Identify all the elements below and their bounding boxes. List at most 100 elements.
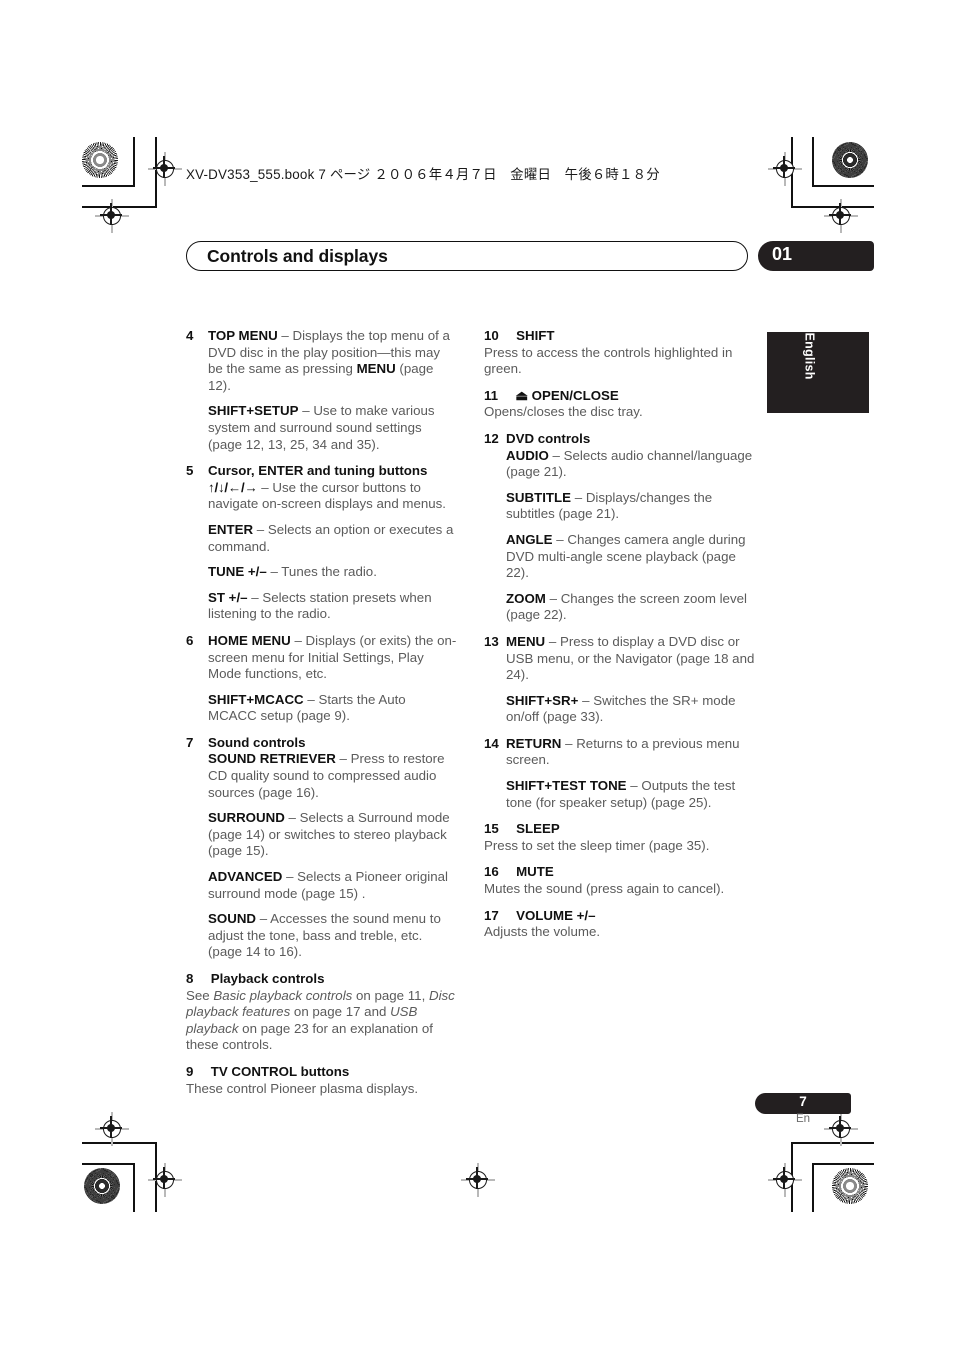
control-description-paragraph: SUBTITLE – Displays/changes the subtitle… [506, 489, 713, 522]
control-description-paragraph: ENTER – Selects an option or executes a … [208, 521, 454, 554]
registration-mark-bottom-left [148, 1163, 182, 1197]
control-item-heading: 9 TV CONTROL buttons [186, 1064, 458, 1081]
control-description-paragraph: SHIFT+SR+ – Switches the SR+ mode on/off… [506, 692, 736, 725]
page-title: Controls and displays [207, 246, 388, 266]
control-name-label: MENU [356, 361, 396, 377]
control-name-label: ENTER [208, 521, 254, 537]
control-name-label: MENU [506, 633, 546, 649]
control-item-heading-text: TV CONTROL buttons [210, 1063, 350, 1079]
crop-line-br-v [812, 1163, 814, 1212]
crop-line-bl-v [133, 1163, 135, 1212]
control-description-paragraph: HOME MENU – Displays (or exits) the on-s… [208, 632, 457, 682]
color-burst-target-bottom-right [832, 1168, 868, 1204]
control-item-9: 9 TV CONTROL buttons These control Pionee… [186, 1064, 458, 1097]
book-source-line: XV-DV353_555.book 7 ページ ２００６年４月７日 金曜日 午後… [186, 167, 660, 182]
control-description-paragraph: Adjusts the volume. [484, 924, 601, 940]
control-name-label: SOUND RETRIEVER [208, 751, 336, 767]
control-name-label: SHIFT+SETUP [208, 403, 299, 419]
control-item-heading-text: VOLUME +/– [516, 907, 596, 923]
control-description-paragraph: ZOOM – Changes the screen zoom level (pa… [506, 590, 747, 623]
control-item-heading: 11 ⏏ OPEN/CLOSE [484, 388, 756, 405]
language-side-tab: English [767, 332, 869, 413]
chapter-number: 01 [772, 244, 793, 264]
chapter-title-bar: Controls and displays [186, 241, 748, 271]
control-item-heading: 15 SLEEP [484, 821, 756, 838]
registration-mark-bottom-right [768, 1163, 802, 1197]
control-item-heading: Sound controls [208, 734, 306, 750]
control-item-7: 7 Sound controls SOUND RETRIEVER – Press t… [186, 735, 458, 961]
control-description-paragraph: See Basic playback controls on page 11, … [186, 987, 455, 1053]
control-description-paragraph: Press to set the sleep timer (page 35). [484, 837, 710, 853]
control-name-label: TUNE +/– [208, 564, 267, 580]
referenced-section-title: Basic playback controls [213, 987, 353, 1003]
control-item-14: 14 RETURN – Returns to a previous menu sc… [484, 736, 756, 811]
chapter-number-badge: 01 [758, 241, 874, 271]
control-description-paragraph: SOUND RETRIEVER – Press to restore CD qu… [208, 751, 445, 800]
control-name-label: SUBTITLE [506, 489, 572, 505]
control-item-heading-text: SHIFT [516, 328, 555, 343]
control-item-5: 5 Cursor, ENTER and tuning buttons ↑/↓/←/→… [186, 463, 458, 623]
control-item-11: 11 ⏏ OPEN/CLOSE Opens/closes the disc tra… [484, 388, 756, 421]
control-item-16: 16 MUTE Mutes the sound (press again to c… [484, 864, 756, 897]
registration-mark-top-right [768, 152, 802, 186]
control-description-paragraph: SURROUND – Selects a Surround mode (page… [208, 810, 450, 859]
control-item-heading: 17 VOLUME +/– [484, 908, 756, 925]
control-description-paragraph: Opens/closes the disc tray. [484, 404, 643, 420]
crop-line-br-h [812, 1163, 874, 1165]
control-description-paragraph: TUNE +/– – Tunes the radio. [208, 564, 377, 580]
control-item-number: 5 [186, 463, 194, 479]
control-description-paragraph: Press to access the controls highlighted… [484, 344, 733, 377]
color-burst-target-bottom-left [84, 1168, 120, 1204]
control-item-number: 11 [484, 387, 499, 403]
control-name-label: HOME MENU [208, 632, 291, 648]
control-name-label: SHIFT+TEST TONE [506, 778, 627, 794]
control-item-number: 4 [186, 328, 194, 343]
right-text-column: 10 SHIFT Press to access the controls hig… [484, 328, 756, 951]
control-item-heading: Cursor, ENTER and tuning buttons [208, 463, 428, 479]
control-item-15: 15 SLEEP Press to set the sleep timer (pa… [484, 821, 756, 854]
registration-mark-bottom-center [461, 1163, 495, 1197]
control-item-number: 15 [484, 821, 499, 837]
control-item-8: 8 Playback controls See Basic playback co… [186, 971, 458, 1054]
control-description-paragraph: SHIFT+TEST TONE – Outputs the test tone … [506, 778, 736, 810]
control-description-paragraph: MENU – Press to display a DVD disc or US… [506, 633, 755, 683]
control-description-paragraph: These control Pioneer plasma displays. [186, 1080, 419, 1096]
control-name-label: ST +/– [208, 589, 248, 605]
control-item-number: 12 [484, 430, 499, 446]
control-item-heading-text: MUTE [516, 864, 554, 880]
control-name-label: TOP MENU [208, 328, 278, 343]
control-name-label: SOUND [208, 911, 257, 927]
control-item-number: 16 [484, 864, 499, 880]
control-item-heading: 8 Playback controls [186, 971, 458, 988]
crop-line-tl-h [82, 185, 135, 187]
control-description-paragraph: ANGLE – Changes camera angle during DVD … [506, 531, 746, 581]
control-item-heading-text: ⏏ OPEN/CLOSE [515, 387, 619, 403]
control-description-paragraph: ADVANCED – Selects a Pioneer original su… [208, 869, 448, 901]
registration-mark-left-lower [95, 1112, 129, 1146]
control-item-17: 17 VOLUME +/– Adjusts the volume. [484, 908, 756, 941]
control-description-paragraph: RETURN – Returns to a previous menu scre… [506, 735, 740, 768]
control-item-12: 12 DVD controls AUDIO – Selects audio chan… [484, 431, 756, 624]
control-item-heading: DVD controls [506, 430, 591, 446]
control-item-number: 10 [484, 328, 499, 343]
page-number-badge: 7 [755, 1093, 851, 1114]
control-item-heading-text: SLEEP [516, 821, 560, 837]
control-item-13: 13 MENU – Press to display a DVD disc or … [484, 634, 756, 726]
control-description-paragraph: AUDIO – Selects audio channel/language (… [506, 447, 753, 480]
language-side-tab-label: English [802, 332, 817, 380]
cursor-arrows-glyph: ↑/↓/←/→ [208, 479, 258, 495]
control-item-number: 8 [186, 971, 194, 986]
control-description-paragraph: ↑/↓/←/→ – Use the cursor buttons to navi… [208, 479, 447, 512]
control-item-number: 9 [186, 1063, 194, 1079]
control-description-paragraph: ST +/– – Selects station presets when li… [208, 589, 432, 622]
control-description-paragraph: SHIFT+SETUP – Use to make various system… [208, 403, 435, 452]
control-name-label: SHIFT+SR+ [506, 692, 579, 708]
control-item-heading: 10 SHIFT [484, 328, 756, 345]
control-name-label: ZOOM [506, 590, 546, 606]
color-burst-target-top-right [832, 142, 868, 178]
control-description-paragraph: SHIFT+MCACC – Starts the Auto MCACC setu… [208, 691, 406, 724]
registration-mark-top-left [148, 152, 182, 186]
color-burst-target-top-left [82, 142, 118, 178]
control-item-number: 6 [186, 632, 194, 648]
control-name-label: ANGLE [506, 531, 553, 547]
